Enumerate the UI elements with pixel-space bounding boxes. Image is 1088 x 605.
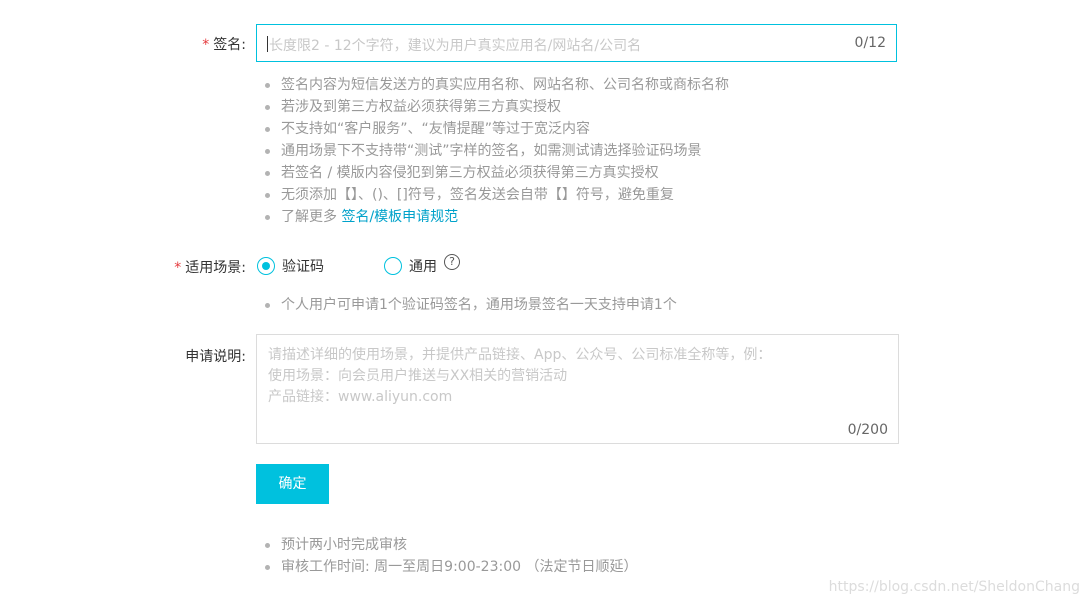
watermark: https://blog.csdn.net/SheldonChang [828,579,1080,595]
submit-button[interactable]: 确定 [256,464,329,504]
spec-link[interactable]: 签名/模板申请规范 [341,209,458,225]
description-placeholder: 请描述详细的使用场景，并提供产品链接、App、公众号、公司标准全称等，例： 使用… [268,347,772,405]
radio-label: 验证码 [282,259,324,275]
question-circle-icon[interactable]: ? [444,254,460,270]
scene-label: * 适用场景: [174,260,246,276]
tip-item: 若涉及到第三方权益必须获得第三方真实授权 [257,96,729,118]
description-textarea[interactable]: 请描述详细的使用场景，并提供产品链接、App、公众号、公司标准全称等，例： 使用… [256,334,899,444]
tip-item: 通用场景下不支持带“测试”字样的签名，如需测试请选择验证码场景 [257,140,729,162]
learn-more-text: 了解更多 [281,209,337,225]
tip-item: 个人用户可申请1个验证码签名，通用场景签名一天支持申请1个 [257,294,677,316]
tip-item: 签名内容为短信发送方的真实应用名称、网站名称、公司名称或商标名称 [257,74,729,96]
review-tips: 预计两小时完成审核 审核工作时间: 周一至周日9:00-23:00 （法定节日顺… [257,534,637,578]
required-mark: * [174,260,182,276]
tip-item: 不支持如“客户服务”、“友情提醒”等过于宽泛内容 [257,118,729,140]
signature-input[interactable]: 长度限2 - 12个字符，建议为用户真实应用名/网站名/公司名 0/12 [256,24,897,62]
description-label: 申请说明: [185,349,246,365]
signature-tips: 签名内容为短信发送方的真实应用名称、网站名称、公司名称或商标名称 若涉及到第三方… [257,74,729,228]
tip-item: 审核工作时间: 周一至周日9:00-23:00 （法定节日顺延） [257,556,637,578]
required-mark: * [202,37,210,53]
tip-item-learn-more: 了解更多 签名/模板申请规范 [257,206,729,228]
radio-unchecked-icon[interactable] [384,257,402,275]
scene-tips: 个人用户可申请1个验证码签名，通用场景签名一天支持申请1个 [257,294,677,316]
radio-label: 通用 [409,259,437,275]
description-char-counter: 0/200 [847,422,888,438]
text-caret [267,36,268,52]
signature-label: * 签名: [202,37,246,53]
tip-item: 无须添加【】、()、[]符号，签名发送会自带【】符号，避免重复 [257,184,729,206]
radio-general[interactable]: 通用 ? [384,254,460,277]
radio-verification-code[interactable]: 验证码 [257,255,324,277]
tip-item: 若签名 / 模版内容侵犯到第三方权益必须获得第三方真实授权 [257,162,729,184]
signature-char-counter: 0/12 [854,35,886,51]
radio-checked-icon[interactable] [257,257,275,275]
signature-placeholder: 长度限2 - 12个字符，建议为用户真实应用名/网站名/公司名 [269,38,642,54]
tip-item: 预计两小时完成审核 [257,534,637,556]
